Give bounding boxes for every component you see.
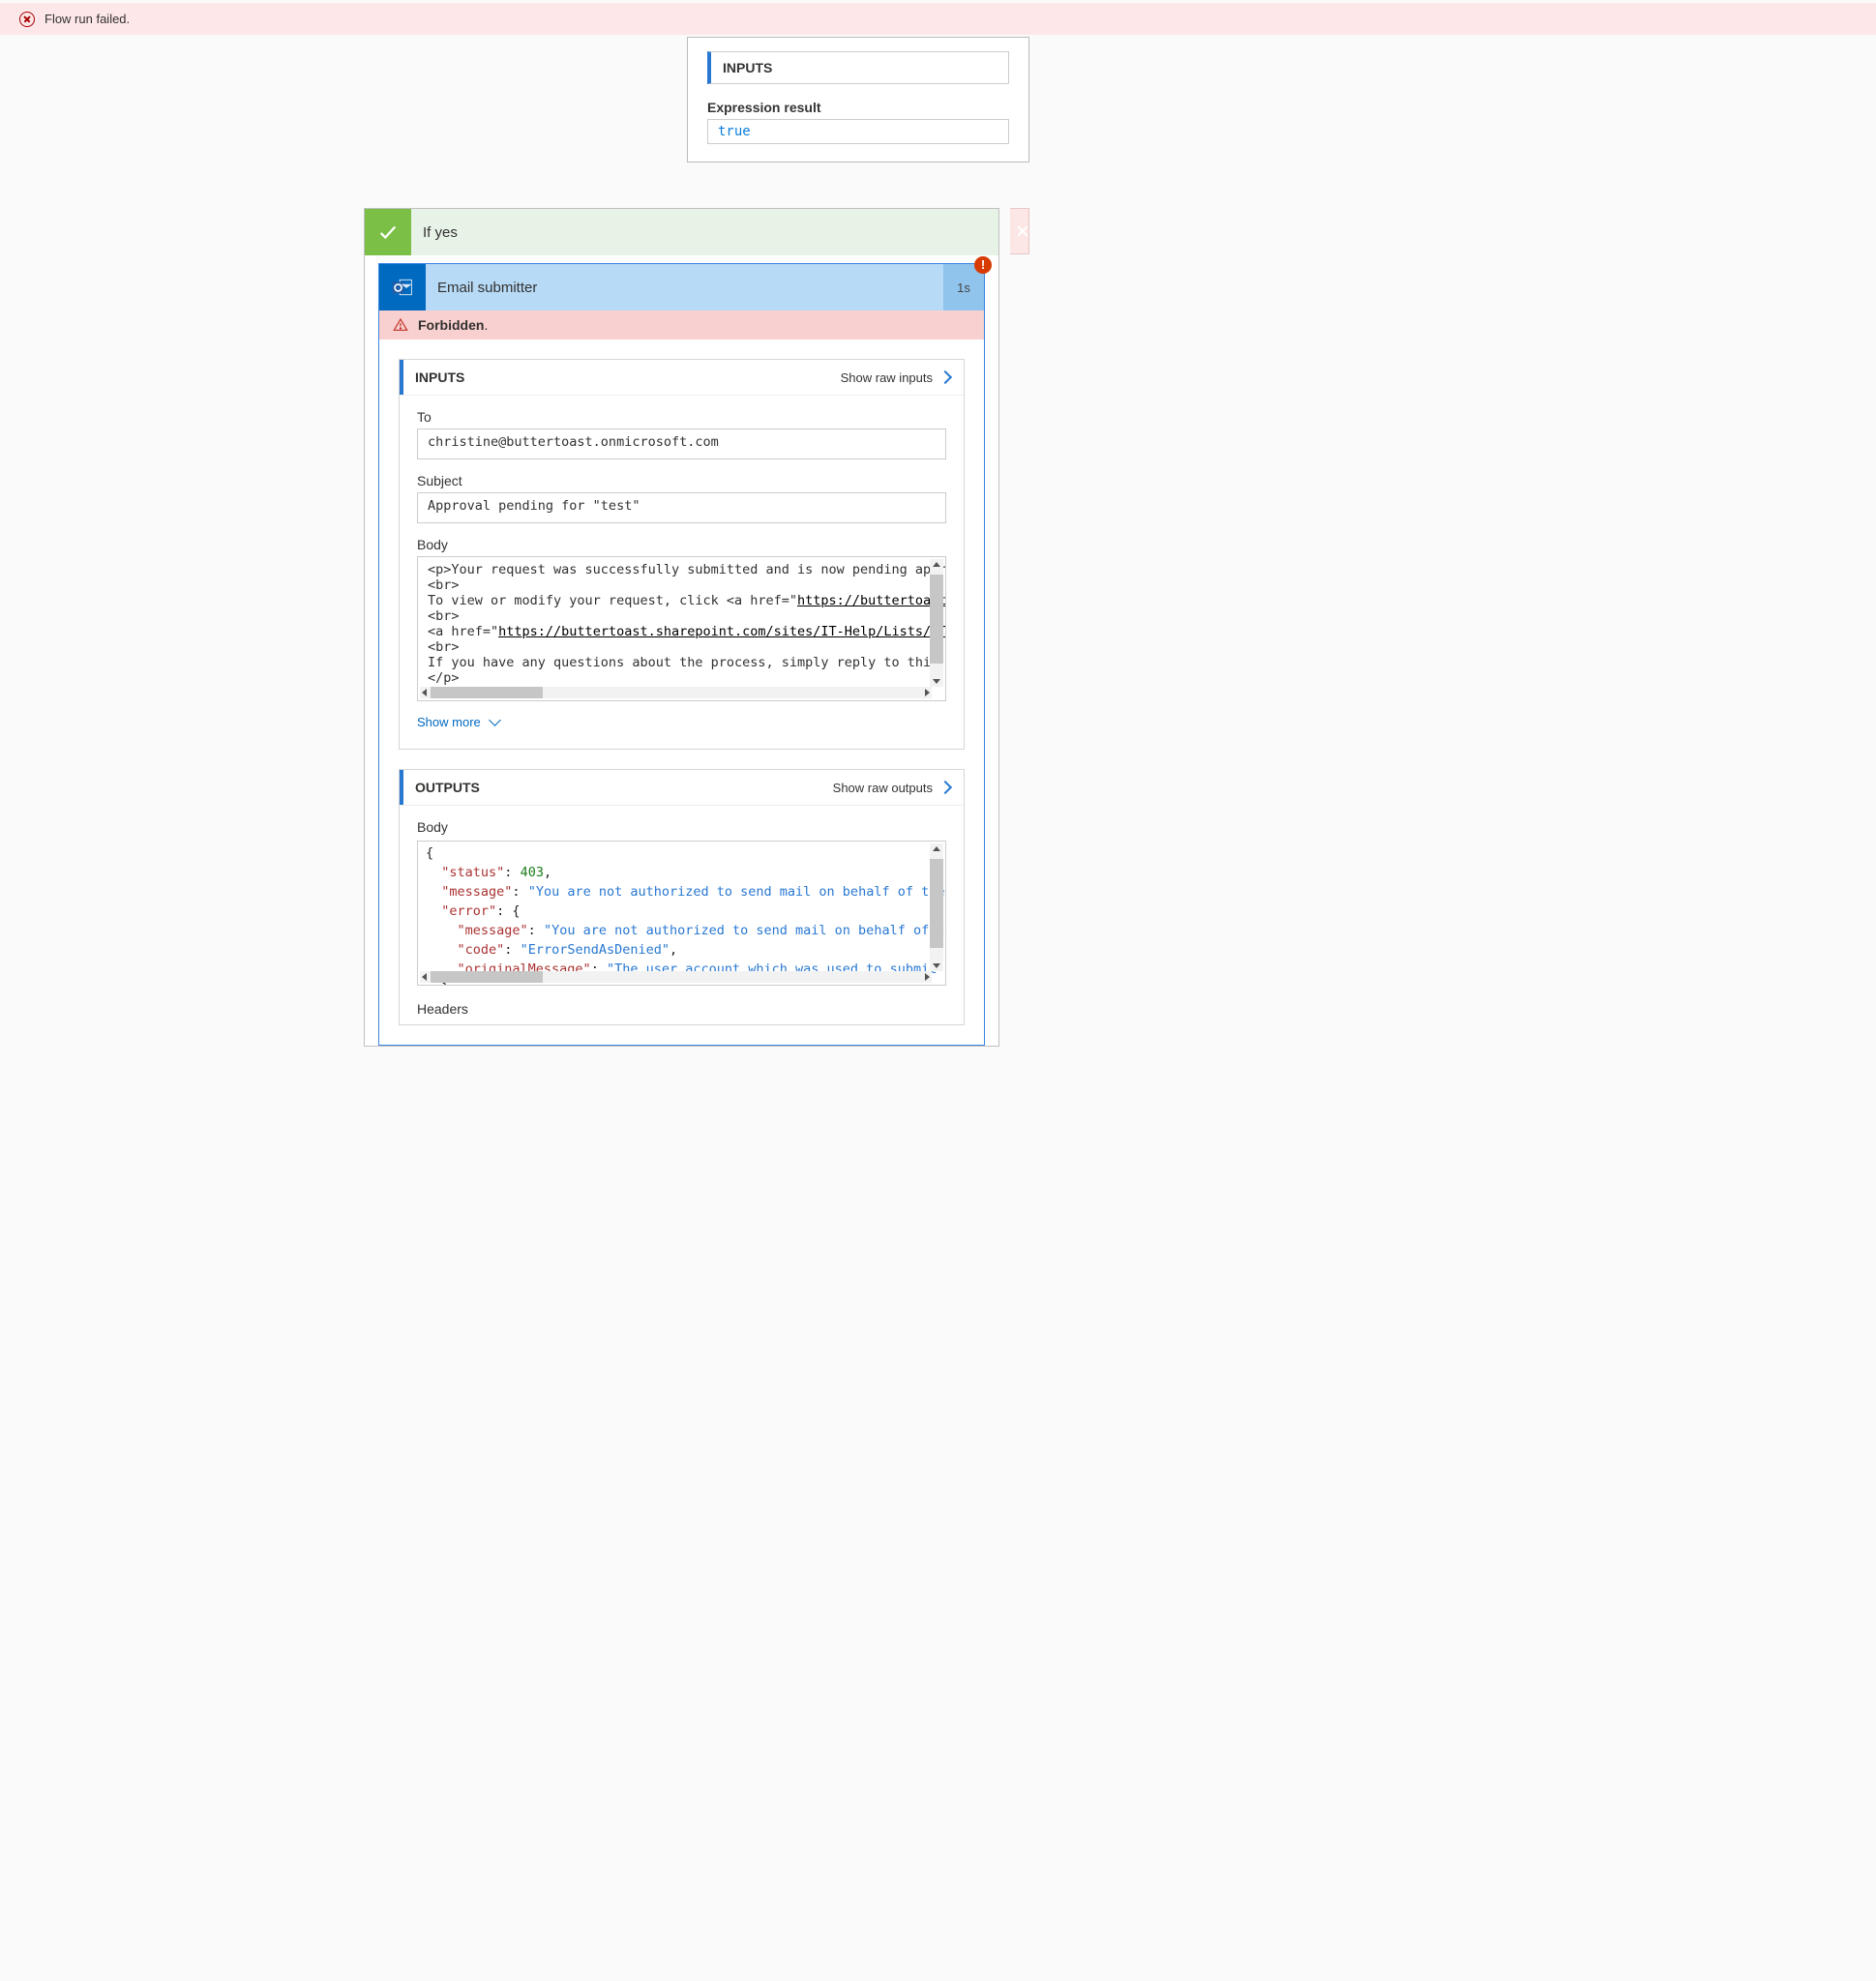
scrollbar-vertical[interactable] — [930, 843, 943, 971]
scrollbar-horizontal[interactable] — [420, 687, 932, 698]
scrollbar-vertical[interactable] — [930, 559, 943, 687]
outputs-section-title: OUTPUTS — [400, 770, 491, 805]
body-input-value[interactable]: <p>Your request was successfully submitt… — [417, 556, 946, 701]
if-yes-title: If yes — [423, 224, 458, 241]
chevron-right-icon — [938, 370, 952, 384]
error-x-icon — [19, 12, 35, 27]
chevron-down-icon — [489, 714, 501, 726]
headers-label: Headers — [417, 1001, 946, 1017]
subject-value[interactable]: Approval pending for "test" — [417, 492, 946, 523]
body-input-label: Body — [417, 537, 946, 552]
outlook-icon — [379, 264, 426, 310]
action-title: Email submitter — [437, 280, 537, 296]
warning-triangle-icon — [393, 317, 408, 333]
email-submitter-action: ! Email submitter 1s Forbidden. — [378, 263, 985, 1046]
if-yes-header[interactable]: If yes — [365, 209, 998, 255]
expression-result-panel: INPUTS Expression result true — [687, 37, 1029, 163]
subject-label: Subject — [417, 473, 946, 488]
if-no-branch-header[interactable] — [1010, 208, 1029, 254]
show-raw-inputs-link[interactable]: Show raw inputs — [841, 370, 950, 385]
error-badge-icon: ! — [974, 256, 992, 274]
to-label: To — [417, 409, 946, 425]
expression-result-label: Expression result — [707, 100, 1009, 115]
forbidden-text: Forbidden — [418, 317, 484, 333]
body-output-label: Body — [417, 819, 946, 835]
expression-result-value: true — [707, 119, 1009, 144]
checkmark-icon — [365, 209, 411, 255]
to-value[interactable]: christine@buttertoast.onmicrosoft.com — [417, 429, 946, 459]
inputs-section-title: INPUTS — [400, 360, 476, 395]
flow-error-text: Flow run failed. — [45, 12, 130, 26]
email-submitter-header[interactable]: Email submitter 1s — [379, 264, 984, 310]
show-raw-outputs-link[interactable]: Show raw outputs — [833, 781, 950, 795]
flow-error-bar: Flow run failed. — [0, 3, 1876, 35]
show-more-link[interactable]: Show more — [417, 715, 946, 729]
body-output-value[interactable]: { "status": 403, "message": "You are not… — [417, 841, 946, 986]
inputs-header: INPUTS — [707, 51, 1009, 84]
forbidden-banner: Forbidden. — [379, 310, 984, 340]
if-yes-branch: If yes ! Email submitter 1s Forbidden. — [364, 208, 999, 1047]
outputs-section: OUTPUTS Show raw outputs Body { "status"… — [399, 769, 965, 1025]
chevron-right-icon — [938, 781, 952, 794]
inputs-section: INPUTS Show raw inputs To christine@butt… — [399, 359, 965, 750]
scrollbar-horizontal[interactable] — [420, 971, 932, 983]
